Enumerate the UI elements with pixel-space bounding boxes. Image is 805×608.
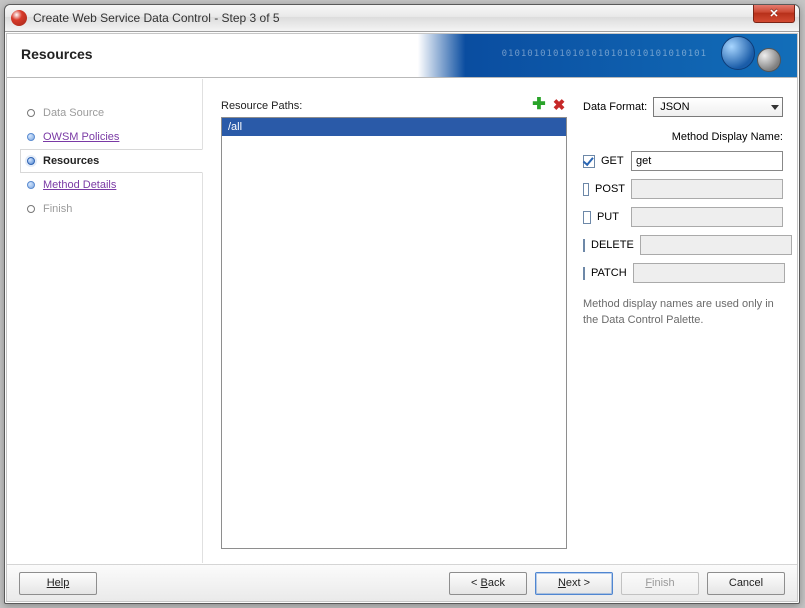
next-button[interactable]: Next > [535, 572, 613, 595]
back-button[interactable]: < Back [449, 572, 527, 595]
step-bullet-icon [27, 109, 35, 117]
step-label: Data Source [43, 107, 104, 119]
data-format-label: Data Format: [583, 101, 647, 113]
close-button[interactable]: ✕ [753, 5, 795, 23]
close-icon: ✕ [769, 7, 778, 20]
cancel-label: Cancel [729, 577, 763, 589]
step-bullet-icon [27, 157, 35, 165]
step-label: OWSM Policies [43, 131, 119, 143]
checkbox-post[interactable] [583, 183, 589, 196]
chevron-down-icon [771, 105, 779, 110]
method-display-input-post [631, 179, 783, 199]
method-display-input-patch [633, 263, 785, 283]
delete-path-icon[interactable]: ✖ [551, 98, 567, 114]
step-method-details[interactable]: Method Details [27, 173, 194, 197]
checkbox-put[interactable] [583, 211, 591, 224]
titlebar[interactable]: Create Web Service Data Control - Step 3… [5, 5, 799, 32]
method-hint: Method display names are used only in th… [583, 297, 783, 329]
method-row-delete: DELETE [583, 235, 783, 255]
checkbox-get[interactable] [583, 155, 595, 168]
method-display-input-get[interactable] [631, 151, 783, 171]
method-row-patch: PATCH [583, 263, 783, 283]
gear-icon [757, 48, 781, 72]
step-bullet-icon [27, 181, 35, 189]
globe-icon [721, 36, 755, 70]
next-label: Next > [558, 577, 590, 589]
step-resources[interactable]: Resources [20, 149, 203, 173]
resource-paths-column: Resource Paths: ✚ ✖ /all [221, 97, 567, 549]
method-row-get: GET [583, 151, 783, 171]
cancel-button[interactable]: Cancel [707, 572, 785, 595]
data-format-value: JSON [660, 101, 689, 113]
banner-title: Resources [21, 46, 93, 62]
finish-label: Finish [645, 577, 674, 589]
wizard-steps: Data Source OWSM Policies Resources Meth… [7, 79, 203, 563]
method-name-get: GET [601, 155, 625, 167]
method-display-input-delete [640, 235, 792, 255]
step-label: Finish [43, 203, 72, 215]
main-area: Resource Paths: ✚ ✖ /all Data Format: [203, 79, 797, 563]
right-column: Data Format: JSON Method Display Name: G… [583, 97, 783, 549]
data-format-select[interactable]: JSON [653, 97, 783, 117]
dialog-inner: Resources 010101010101010101010101010101… [6, 33, 798, 602]
banner: Resources 010101010101010101010101010101… [7, 34, 797, 78]
step-bullet-icon [27, 133, 35, 141]
dialog-window: Create Web Service Data Control - Step 3… [4, 4, 800, 604]
finish-button: Finish [621, 572, 699, 595]
back-label: < Back [471, 577, 505, 589]
resource-paths-list[interactable]: /all [221, 117, 567, 549]
help-label: Help [47, 577, 70, 589]
resource-paths-header: Resource Paths: ✚ ✖ [221, 97, 567, 115]
method-name-put: PUT [597, 211, 625, 223]
resource-path-item[interactable]: /all [222, 118, 566, 136]
banner-binary: 01010101010101010101010101010101 [502, 49, 707, 59]
method-name-post: POST [595, 183, 625, 195]
step-label: Method Details [43, 179, 116, 191]
app-icon [11, 10, 27, 26]
method-display-header: Method Display Name: [583, 131, 783, 143]
step-owsm-policies[interactable]: OWSM Policies [27, 125, 194, 149]
help-button[interactable]: Help [19, 572, 97, 595]
button-bar: Help < Back Next > Finish Cancel [7, 564, 797, 601]
dialog-body: Data Source OWSM Policies Resources Meth… [7, 79, 797, 563]
add-path-icon[interactable]: ✚ [531, 98, 547, 114]
method-row-put: PUT [583, 207, 783, 227]
method-name-patch: PATCH [591, 267, 627, 279]
step-bullet-icon [27, 205, 35, 213]
window-title: Create Web Service Data Control - Step 3… [33, 11, 280, 25]
method-row-post: POST [583, 179, 783, 199]
resource-paths-label: Resource Paths: [221, 100, 302, 112]
method-display-input-put [631, 207, 783, 227]
step-data-source: Data Source [27, 101, 194, 125]
step-finish: Finish [27, 197, 194, 221]
checkbox-patch[interactable] [583, 267, 585, 280]
checkbox-delete[interactable] [583, 239, 585, 252]
method-name-delete: DELETE [591, 239, 634, 251]
data-format-row: Data Format: JSON [583, 97, 783, 117]
step-label: Resources [43, 155, 99, 167]
